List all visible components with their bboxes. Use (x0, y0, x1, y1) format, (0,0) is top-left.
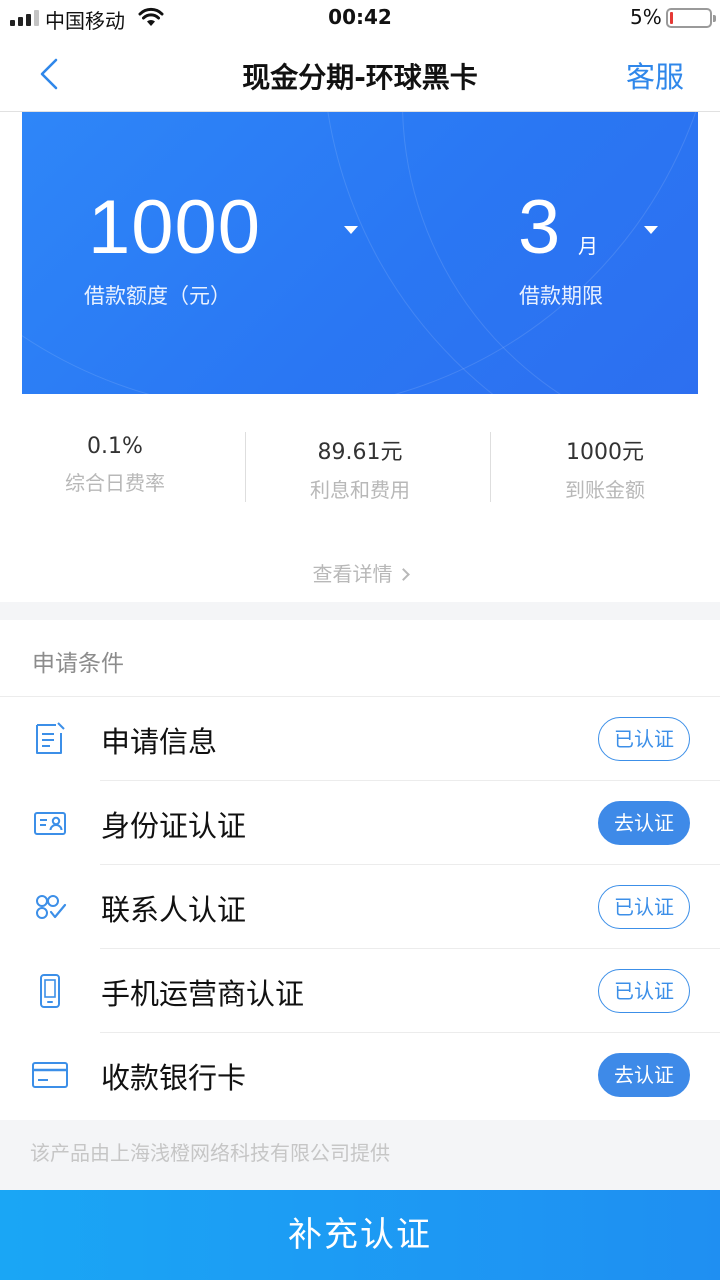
condition-label: 联系人认证 (101, 893, 247, 927)
stat-value: 89.61元 (317, 440, 403, 465)
customer-service-button[interactable]: 客服 (626, 54, 684, 96)
condition-label: 手机运营商认证 (101, 977, 305, 1011)
loan-card: 1000 借款额度（元） 3 月 借款期限 (22, 112, 698, 394)
loan-term-label: 借款期限 (519, 284, 603, 308)
provider-note: 该产品由上海浅橙网络科技有限公司提供 (30, 1141, 390, 1165)
verified-badge[interactable]: 已认证 (598, 969, 690, 1013)
term-dropdown-icon[interactable] (644, 226, 658, 234)
phone-icon (40, 974, 60, 1008)
view-details-link[interactable]: 查看详情 (0, 558, 720, 587)
battery-percent: 5% (630, 5, 662, 29)
page-title: 现金分期-环球黑卡 (242, 61, 478, 94)
loan-stats: 0.1% 综合日费率 89.61元 利息和费用 1000元 到账金额 查看详情 (0, 396, 720, 602)
condition-application-info[interactable]: 申请信息 已认证 (0, 697, 720, 781)
status-bar: 中国移动 00:42 5% (0, 0, 720, 36)
stat-received-amount: 1000元 到账金额 (490, 434, 720, 503)
loan-term-unit: 月 (578, 234, 598, 258)
condition-label: 身份证认证 (101, 809, 247, 843)
condition-bank-card[interactable]: 收款银行卡 去认证 (0, 1033, 720, 1117)
stat-label: 到账金额 (565, 478, 645, 502)
conditions-header: 申请条件 (32, 651, 124, 677)
verify-button[interactable]: 去认证 (598, 1053, 690, 1097)
document-edit-icon (36, 722, 65, 754)
verified-badge[interactable]: 已认证 (598, 717, 690, 761)
condition-id-card[interactable]: 身份证认证 去认证 (0, 781, 720, 865)
verify-button[interactable]: 去认证 (598, 801, 690, 845)
verified-badge[interactable]: 已认证 (598, 885, 690, 929)
condition-contacts[interactable]: 联系人认证 已认证 (0, 865, 720, 949)
nav-bar: 现金分期-环球黑卡 客服 (0, 36, 720, 112)
contacts-icon (36, 895, 67, 919)
stat-label: 综合日费率 (65, 471, 165, 495)
condition-carrier[interactable]: 手机运营商认证 已认证 (0, 949, 720, 1033)
stat-interest-fees: 89.61元 利息和费用 (245, 434, 475, 503)
stat-value: 1000元 (566, 440, 644, 465)
loan-amount-label: 借款额度（元） (84, 284, 231, 308)
loan-term[interactable]: 3 (518, 184, 560, 271)
submit-verification-button[interactable]: 补充认证 (0, 1190, 720, 1280)
loan-card-section: 1000 借款额度（元） 3 月 借款期限 (0, 112, 720, 396)
bank-card-icon (32, 1062, 68, 1088)
battery-icon (666, 8, 716, 28)
stat-daily-rate: 0.1% 综合日费率 (0, 434, 230, 496)
status-time: 00:42 (328, 5, 392, 29)
battery-level (670, 12, 673, 24)
condition-label: 申请信息 (101, 725, 218, 759)
stat-label: 利息和费用 (310, 478, 410, 502)
back-icon[interactable] (34, 54, 68, 94)
loan-amount[interactable]: 1000 (88, 184, 261, 271)
chevron-right-icon (396, 568, 410, 581)
stat-value: 0.1% (87, 434, 143, 459)
amount-dropdown-icon[interactable] (344, 226, 358, 234)
condition-label: 收款银行卡 (101, 1061, 247, 1095)
view-details-label: 查看详情 (312, 562, 393, 586)
application-conditions: 申请条件 申请信息 已认证 身份证认证 去认证 联系人认证 已认证 手机运营商认… (0, 620, 720, 1120)
id-card-icon (34, 812, 66, 835)
